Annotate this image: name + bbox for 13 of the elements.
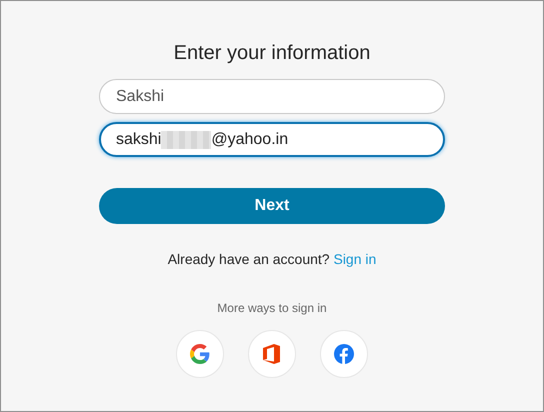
next-button[interactable]: Next — [99, 188, 445, 224]
signin-prompt: Already have an account? — [168, 251, 330, 267]
input-field[interactable]: sakshi @yahoo.in — [99, 122, 445, 157]
facebook-button[interactable] — [320, 330, 368, 378]
redaction-block — [161, 130, 212, 148]
office-logo-icon — [263, 344, 281, 364]
office-button[interactable] — [248, 330, 296, 378]
input-field[interactable]: Sakshi — [99, 79, 445, 114]
more-ways-label: More ways to sign in — [217, 301, 327, 315]
facebook-logo-icon — [334, 344, 354, 364]
google-button[interactable] — [176, 330, 224, 378]
form-heading: Enter your information — [174, 42, 370, 65]
google-logo-icon — [190, 344, 210, 364]
